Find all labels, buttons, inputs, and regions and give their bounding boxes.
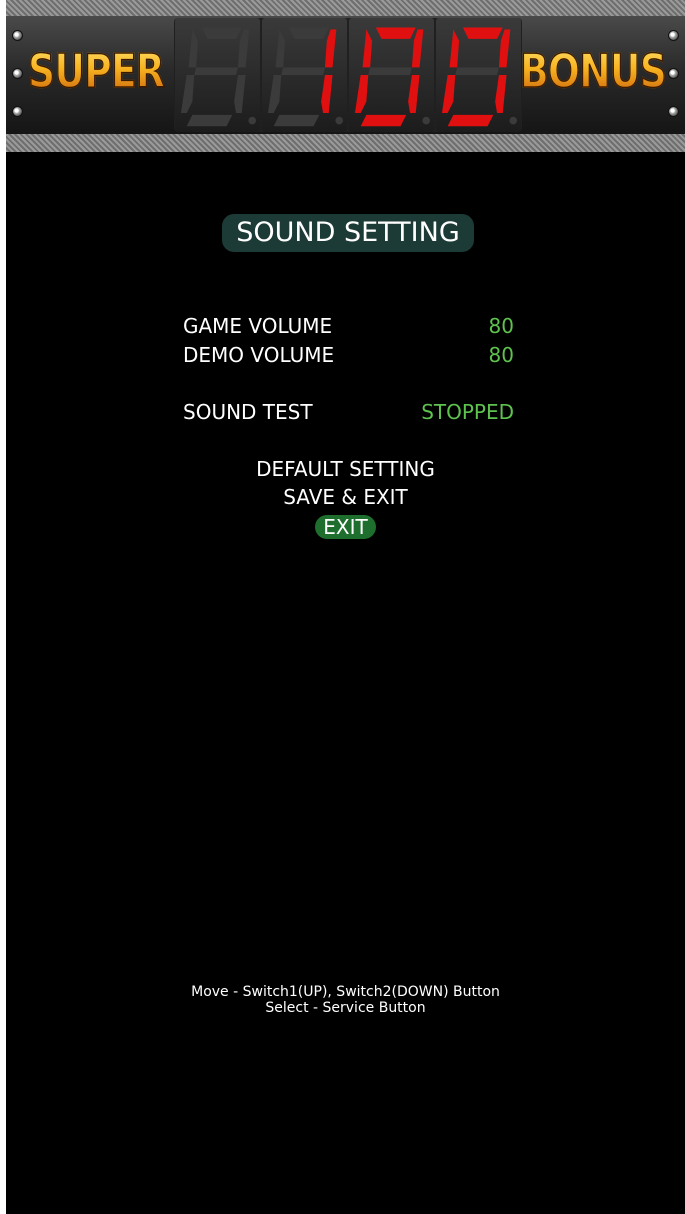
digit-svg (267, 27, 343, 127)
page-title: SOUND SETTING (222, 214, 474, 252)
segment-e (180, 75, 195, 113)
segment-c (321, 75, 333, 113)
segment-d (360, 114, 407, 127)
super-1000-bonus-marquee: SUPER BONUS (6, 0, 685, 152)
segment-digit (349, 18, 434, 132)
setting-label: SOUND TEST (183, 400, 313, 424)
setting-value: 80 (488, 343, 514, 367)
exit-option[interactable]: EXIT (6, 513, 685, 541)
bolt-icon (12, 68, 23, 79)
help-select-text: Select - Service Button (265, 1000, 426, 1016)
segment-digit (436, 18, 521, 132)
decimal-point (509, 116, 517, 125)
segment-d (447, 114, 494, 127)
segment-f (362, 29, 373, 68)
segment-d (273, 114, 320, 127)
digit-svg (180, 27, 256, 127)
segment-a (201, 27, 242, 39)
option-label: EXIT (315, 515, 376, 539)
digit-svg (354, 27, 430, 127)
setting-value: 80 (488, 314, 514, 338)
segment-b (411, 29, 424, 68)
segment-g (194, 67, 238, 75)
default-setting-option[interactable]: DEFAULT SETTING (6, 455, 685, 483)
segment-f (275, 29, 286, 68)
segment-c (495, 75, 507, 113)
setting-label: DEMO VOLUME (183, 343, 335, 367)
segment-a (288, 27, 329, 39)
help-move-text: Move - Switch1(UP), Switch2(DOWN) Button (191, 984, 500, 1000)
setting-value: STOPPED (421, 400, 514, 424)
segment-f (188, 29, 199, 68)
bolt-icon (12, 106, 23, 117)
save-and-exit-option[interactable]: SAVE & EXIT (6, 483, 685, 511)
marquee-right-word: BONUS (519, 43, 667, 99)
segment-e (267, 75, 282, 113)
segment-b (237, 29, 250, 68)
game-screen: SUPER BONUS SOUND SETTING GAME VOLUME 80… (6, 0, 685, 1214)
bolt-icon (668, 30, 679, 41)
bolt-icon (668, 106, 679, 117)
segment-e (354, 75, 369, 113)
decimal-point (422, 116, 430, 125)
marquee-left-word: SUPER (27, 43, 165, 99)
segment-digit (175, 18, 260, 132)
setting-game-volume[interactable]: GAME VOLUME 80 (183, 312, 514, 340)
segment-b (324, 29, 337, 68)
decimal-point (248, 116, 256, 125)
decimal-point (335, 116, 343, 125)
setting-demo-volume[interactable]: DEMO VOLUME 80 (183, 341, 514, 369)
segment-a (375, 27, 416, 39)
setting-sound-test[interactable]: SOUND TEST STOPPED (183, 398, 514, 426)
digit-svg (441, 27, 517, 127)
bolt-icon (12, 30, 23, 41)
segment-a (462, 27, 503, 39)
segment-c (408, 75, 420, 113)
segment-c (234, 75, 246, 113)
segment-g (455, 67, 499, 75)
segment-e (441, 75, 456, 113)
option-label: DEFAULT SETTING (256, 457, 435, 481)
option-label: SAVE & EXIT (283, 485, 408, 509)
segment-digit (262, 18, 347, 132)
marquee-top-rail (6, 0, 685, 16)
segment-d (186, 114, 233, 127)
setting-label: GAME VOLUME (183, 314, 333, 338)
seven-segment-display (174, 18, 522, 132)
bolt-icon (668, 68, 679, 79)
segment-g (281, 67, 325, 75)
segment-f (449, 29, 460, 68)
segment-g (368, 67, 412, 75)
segment-b (498, 29, 511, 68)
marquee-bottom-rail (6, 134, 685, 152)
